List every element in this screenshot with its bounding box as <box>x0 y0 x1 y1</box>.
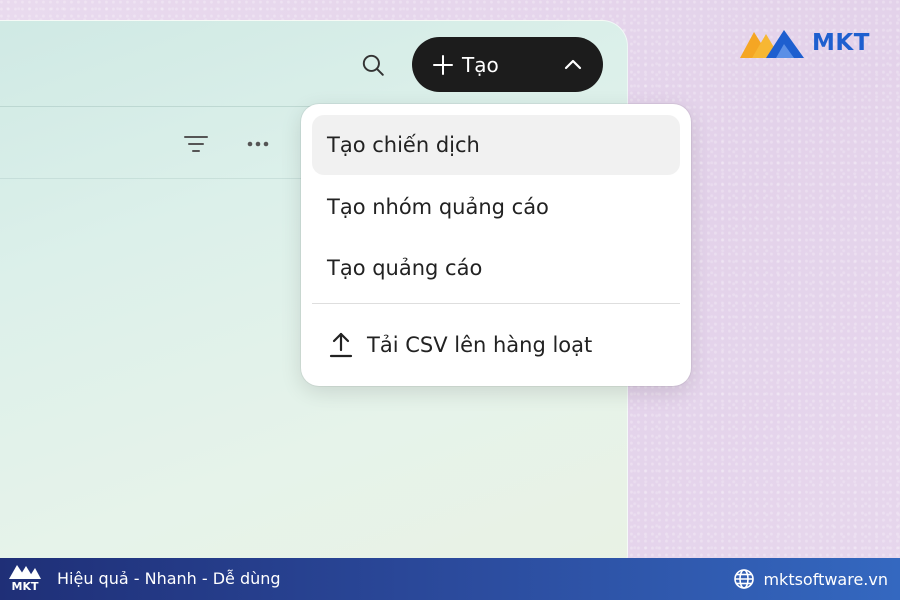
brand-logo: MKT <box>738 24 878 62</box>
footer-website[interactable]: mktsoftware.vn <box>733 568 888 590</box>
upload-icon <box>329 332 353 358</box>
search-icon <box>362 54 384 76</box>
menu-item-bulk-upload-csv[interactable]: Tải CSV lên hàng loạt <box>312 315 680 375</box>
menu-item-label: Tạo nhóm quảng cáo <box>327 195 549 219</box>
footer-bar: MKT Hiệu quả - Nhanh - Dễ dùng mktsoftwa… <box>0 558 900 600</box>
create-dropdown-menu: Tạo chiến dịch Tạo nhóm quảng cáo Tạo qu… <box>301 104 691 386</box>
plus-icon <box>432 54 454 76</box>
mkt-logo-icon <box>740 30 804 58</box>
create-button[interactable]: Tạo <box>412 37 603 92</box>
filter-icon <box>184 136 208 152</box>
globe-icon <box>733 568 755 590</box>
menu-item-create-campaign[interactable]: Tạo chiến dịch <box>312 115 680 175</box>
more-options-button[interactable] <box>243 129 273 159</box>
menu-item-label: Tải CSV lên hàng loạt <box>367 333 593 357</box>
menu-divider <box>312 303 680 304</box>
menu-item-create-ad[interactable]: Tạo quảng cáo <box>312 238 680 298</box>
footer-logo: MKT <box>6 562 44 596</box>
create-button-label: Tạo <box>462 52 499 77</box>
brand-logo-text: MKT <box>812 30 870 56</box>
footer-website-label: mktsoftware.vn <box>763 569 888 589</box>
search-button[interactable] <box>356 48 390 82</box>
footer-logo-text: MKT <box>11 580 39 593</box>
more-icon <box>247 141 269 147</box>
menu-item-label: Tạo quảng cáo <box>327 256 483 280</box>
menu-item-label: Tạo chiến dịch <box>327 133 480 157</box>
footer-slogan: Hiệu quả - Nhanh - Dễ dùng <box>57 569 281 588</box>
filter-button[interactable] <box>181 129 211 159</box>
panel-header: Tạo <box>0 21 627 107</box>
menu-item-create-ad-group[interactable]: Tạo nhóm quảng cáo <box>312 177 680 237</box>
footer-logo-icon <box>9 565 41 579</box>
chevron-up-icon <box>563 55 583 75</box>
